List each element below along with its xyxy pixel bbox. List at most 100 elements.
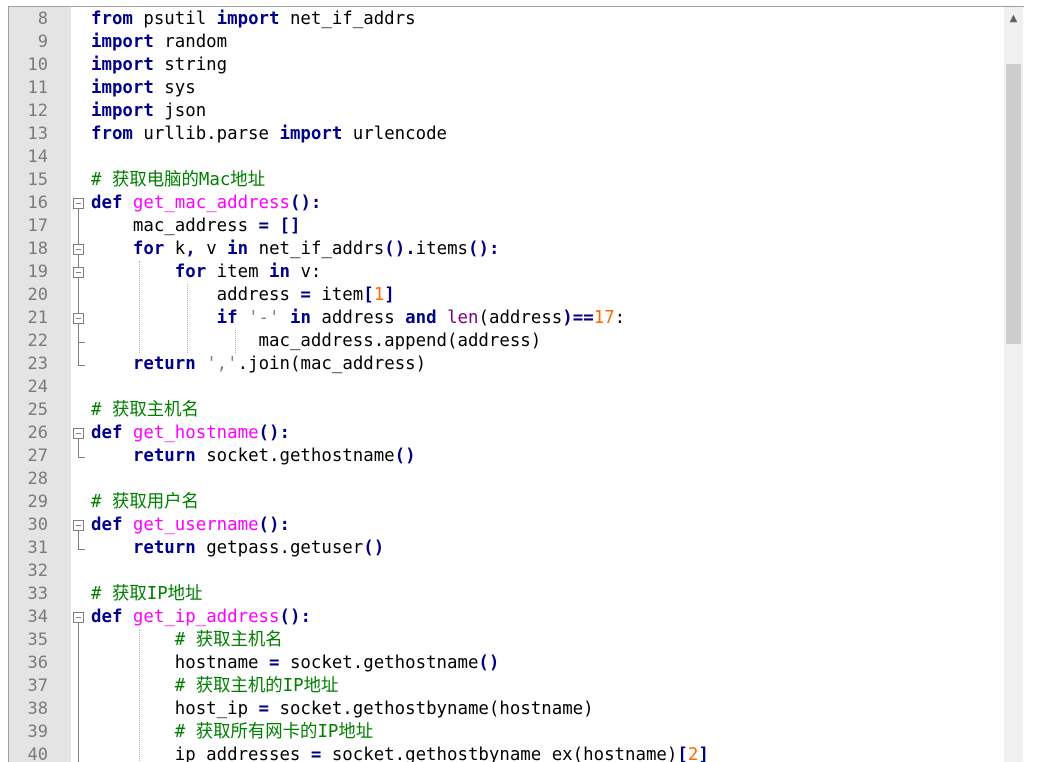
code-token: for — [132, 239, 165, 259]
fold-line — [78, 531, 79, 549]
code-token: get_username — [132, 515, 259, 535]
code-token: [] — [279, 216, 301, 236]
code-editor[interactable]: 8 from psutil import net_if_addrs 9 import … — [0, 0, 1042, 762]
code-token: '-' — [248, 308, 280, 328]
code-token: (): — [468, 239, 500, 259]
fold-toggle-icon[interactable] — [73, 520, 84, 531]
fold-line — [78, 278, 79, 313]
code-token: ] — [698, 745, 709, 762]
fold-margin[interactable] — [71, 7, 89, 762]
code-token: 2 — [687, 745, 699, 762]
code-token: (): — [258, 515, 290, 535]
code-text: mac_address.append(address) — [91, 330, 542, 353]
code-text: mac_address = [] — [91, 215, 301, 238]
code-token: () — [363, 538, 385, 558]
code-text: import sys — [91, 77, 196, 100]
code-text: from urllib.parse import urlencode — [91, 123, 447, 146]
line-number: 33 — [27, 584, 48, 604]
line-number: 17 — [27, 216, 48, 236]
line-number: 24 — [27, 377, 48, 397]
code-token: # 获取所有网卡的IP地址 — [174, 722, 374, 742]
code-text: # 获取用户名 — [91, 491, 199, 514]
line-number: 21 — [27, 308, 48, 328]
fold-toggle-icon[interactable] — [73, 198, 84, 209]
line-number: 26 — [27, 423, 48, 443]
line-number: 36 — [27, 653, 48, 673]
line-number: 20 — [27, 285, 48, 305]
code-token: and — [405, 308, 437, 328]
line-number: 29 — [27, 492, 48, 512]
line-number: 30 — [27, 515, 48, 535]
code-token: , — [185, 239, 196, 259]
line-number: 12 — [27, 101, 48, 121]
code-token: ) — [583, 699, 594, 719]
code-text: def get_ip_address(): — [91, 606, 311, 629]
code-token: from — [91, 9, 133, 29]
code-token: if — [216, 308, 238, 328]
code-token: import — [91, 78, 154, 98]
code-token: item — [310, 285, 364, 305]
code-token: v — [195, 239, 228, 259]
line-number: 22 — [27, 331, 48, 351]
code-token: item — [206, 262, 270, 282]
code-token: random — [153, 32, 228, 52]
code-token: ip_addresses — [91, 745, 311, 762]
line-number: 27 — [27, 446, 48, 466]
scrollbar-thumb[interactable] — [1006, 64, 1021, 344]
fold-line — [78, 255, 79, 267]
fold-toggle-icon[interactable] — [73, 313, 84, 324]
line-number: 31 — [27, 538, 48, 558]
code-token: getpass.getuser — [195, 538, 364, 558]
code-token: import — [279, 124, 343, 144]
code-token: import — [216, 9, 280, 29]
code-token: return — [132, 446, 196, 466]
fold-end-marker — [78, 457, 85, 458]
line-number: 28 — [27, 469, 48, 489]
fold-toggle-icon[interactable] — [73, 267, 84, 278]
code-text: # 获取IP地址 — [91, 583, 202, 606]
code-token: get_ip_address — [132, 607, 280, 627]
line-number: 13 — [27, 124, 48, 144]
fold-line — [78, 209, 79, 244]
line-number: 8 — [37, 9, 48, 29]
code-token: def — [91, 607, 123, 627]
code-text: hostname = socket.gethostname() — [91, 652, 500, 675]
code-token: (): — [258, 423, 290, 443]
code-token: sys — [153, 78, 196, 98]
line-number: 11 — [27, 78, 48, 98]
code-token: address — [310, 308, 406, 328]
code-token: # 获取主机名 — [91, 400, 199, 420]
code-token: .join — [237, 354, 290, 374]
vertical-scrollbar[interactable]: ▲ — [1004, 7, 1023, 762]
code-token: len — [447, 308, 479, 328]
fold-toggle-icon[interactable] — [73, 244, 84, 255]
fold-toggle-icon[interactable] — [73, 612, 84, 623]
line-number: 25 — [27, 400, 48, 420]
code-token: def — [91, 193, 123, 213]
code-token: hostname — [499, 699, 584, 719]
fold-toggle-icon[interactable] — [73, 428, 84, 439]
scroll-up-arrow-icon[interactable]: ▲ — [1004, 7, 1023, 29]
code-token: () — [478, 653, 500, 673]
code-text: def get_mac_address(): — [91, 192, 321, 215]
code-token: import — [91, 101, 154, 121]
code-token: address — [457, 331, 531, 351]
line-number: 37 — [27, 676, 48, 696]
line-number: 10 — [27, 55, 48, 75]
code-token: socket.gethostname — [195, 446, 395, 466]
code-token: get_mac_address — [132, 193, 290, 213]
code-token: in — [227, 239, 249, 259]
code-token: )== — [562, 308, 594, 328]
line-number: 23 — [27, 354, 48, 374]
